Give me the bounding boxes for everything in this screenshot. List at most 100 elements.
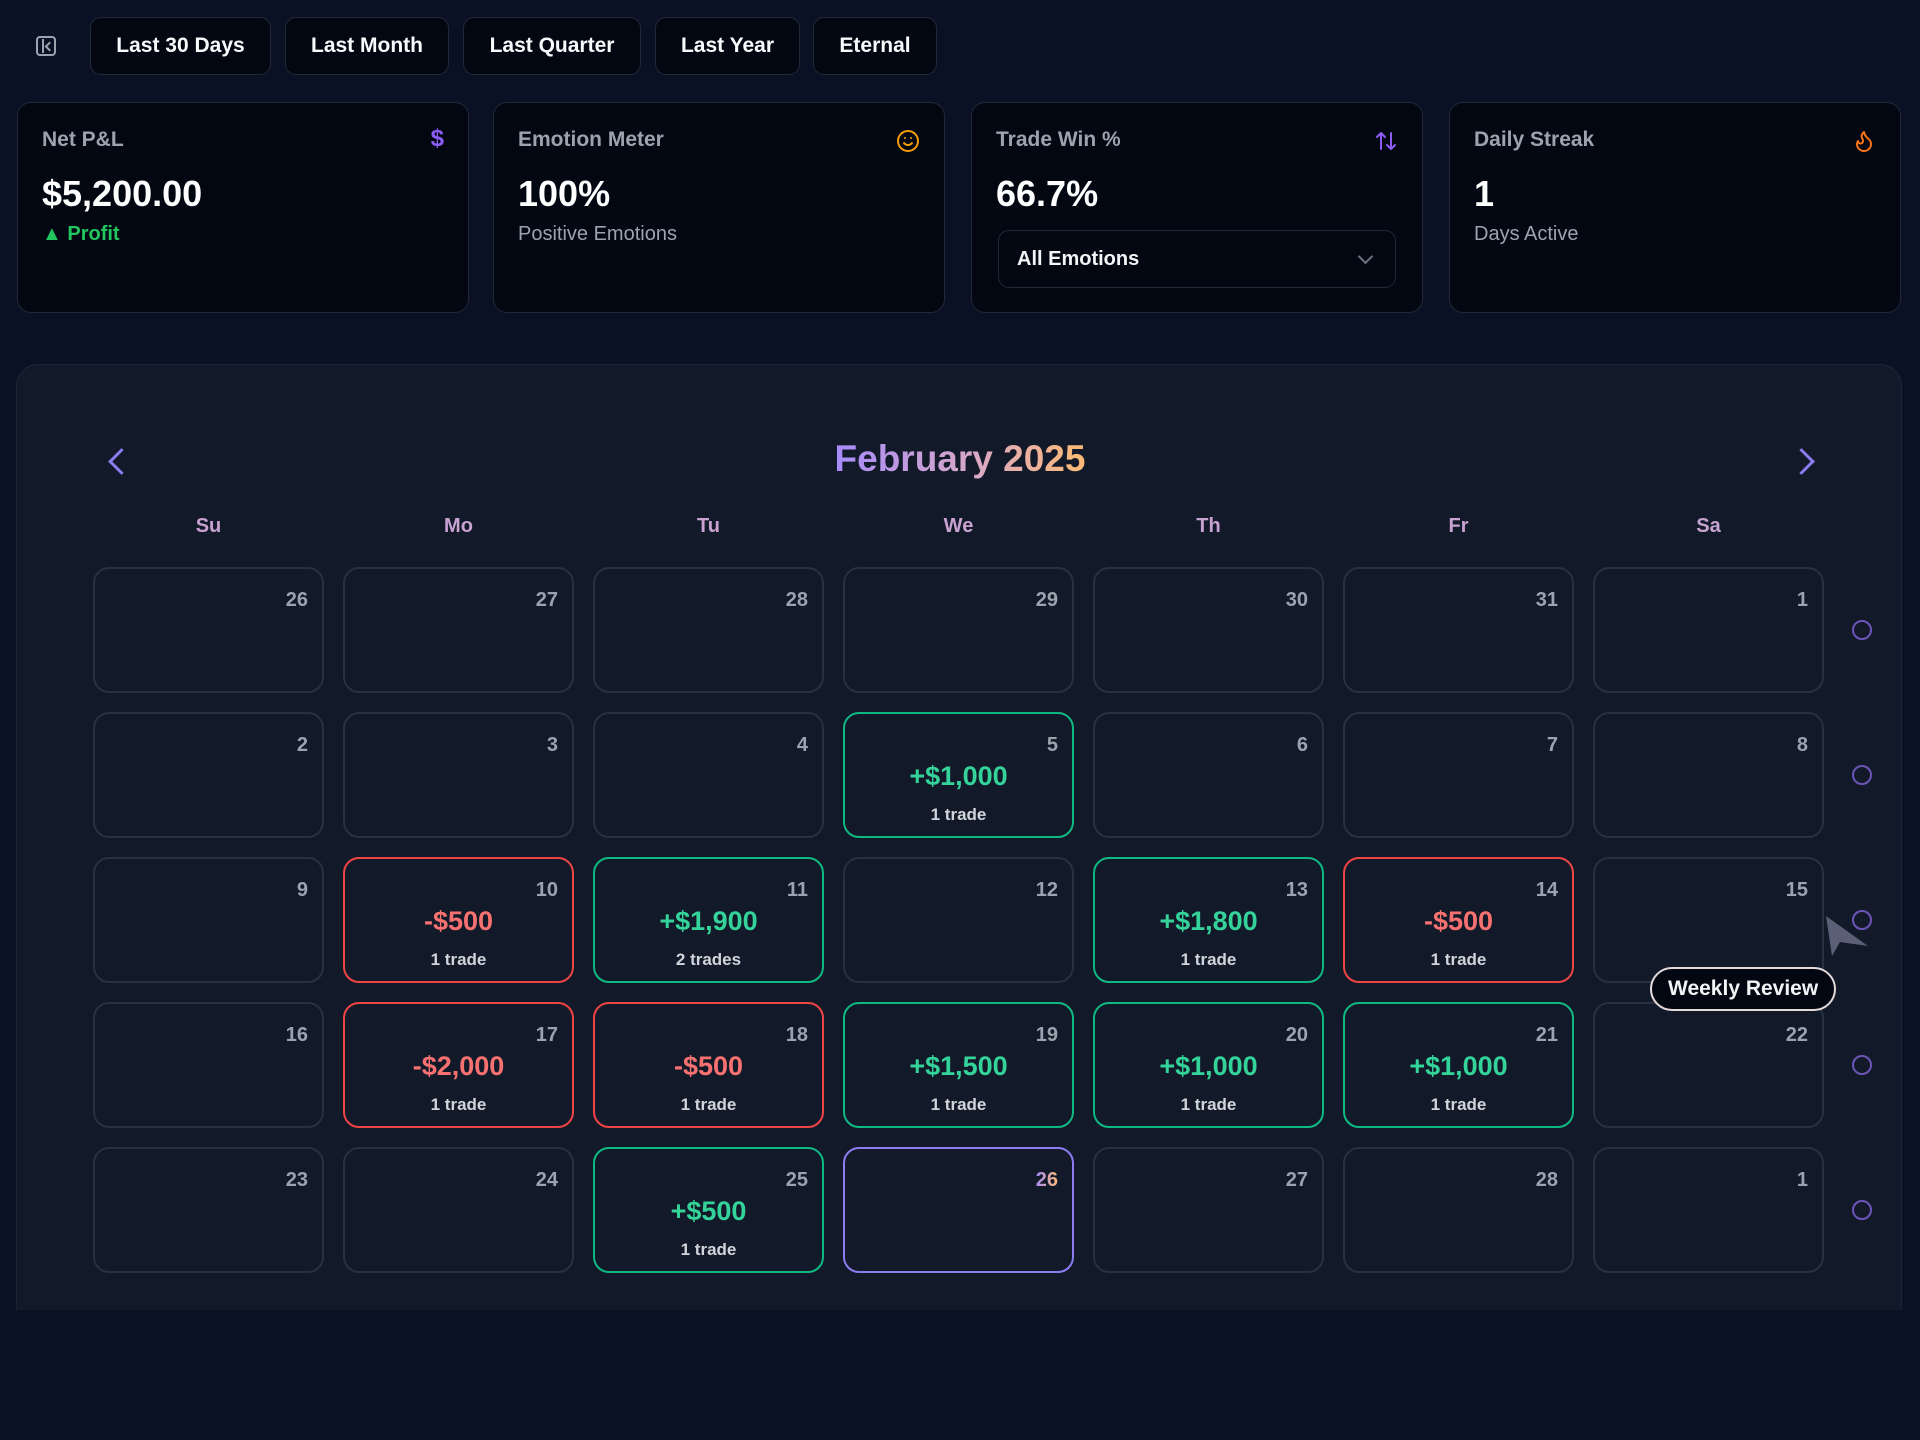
mouse-cursor-icon (1818, 912, 1870, 969)
day-trade-count: 1 trade (930, 805, 987, 824)
calendar-month-title: February 2025 (0, 438, 1920, 480)
day-number: 26 (285, 589, 308, 611)
day-number: 20 (1285, 1024, 1308, 1046)
calendar-day-cell[interactable]: 29 (843, 567, 1074, 693)
day-pnl: +$1,800 (1159, 906, 1258, 936)
calendar-day-cell[interactable]: 12 (843, 857, 1074, 983)
calendar-day-cell[interactable]: 9 (93, 857, 324, 983)
day-pnl: +$1,500 (909, 1051, 1008, 1081)
calendar-day-cell[interactable]: 5 +$1,000 1 trade (843, 712, 1074, 838)
calendar-day-cell[interactable]: 17 -$2,000 1 trade (343, 1002, 574, 1128)
calendar-day-cell[interactable]: 30 (1093, 567, 1324, 693)
filter-last-30-days-button[interactable]: Last 30 Days (90, 17, 271, 75)
filter-last-year-button[interactable]: Last Year (655, 17, 800, 75)
day-number: 4 (796, 734, 808, 756)
calendar-day-cell[interactable]: 27 (1093, 1147, 1324, 1273)
calendar-day-cell[interactable]: 24 (343, 1147, 574, 1273)
day-trade-count: 1 trade (1180, 950, 1237, 969)
weekly-review-toggle-icon[interactable] (1852, 1055, 1872, 1075)
profit-indicator: ▲ Profit (42, 223, 120, 245)
calendar-day-cell[interactable]: 6 (1093, 712, 1324, 838)
day-pnl: -$500 (1423, 906, 1494, 936)
day-number: 7 (1546, 734, 1558, 756)
trade-win-card: Trade Win % 66.7% All Emotions (971, 102, 1423, 313)
calendar-day-cell[interactable]: 23 (93, 1147, 324, 1273)
calendar-day-cell[interactable]: 20 +$1,000 1 trade (1093, 1002, 1324, 1128)
calendar-day-cell[interactable]: 14 -$500 1 trade (1343, 857, 1574, 983)
calendar-day-cell[interactable]: 7 (1343, 712, 1574, 838)
calendar-day-cell[interactable]: 3 (343, 712, 574, 838)
day-number: 27 (535, 589, 558, 611)
weekday-label: Sa (1696, 515, 1721, 537)
daily-streak-card: Daily Streak 1 Days Active (1449, 102, 1901, 313)
calendar-day-cell[interactable]: 11 +$1,900 2 trades (593, 857, 824, 983)
calendar-day-cell[interactable]: 22 (1593, 1002, 1824, 1128)
weekly-review-toggle-icon[interactable] (1852, 765, 1872, 785)
flame-icon (1852, 129, 1876, 160)
calendar-day-cell[interactable]: 8 (1593, 712, 1824, 838)
day-trade-count: 1 trade (430, 1095, 487, 1114)
day-number: 6 (1296, 734, 1308, 756)
weekday-label: Su (195, 515, 222, 537)
weekly-review-toggle-icon[interactable] (1852, 620, 1872, 640)
day-number: 3 (546, 734, 558, 756)
day-pnl: +$1,000 (1409, 1051, 1508, 1081)
day-number: 24 (535, 1169, 558, 1191)
calendar-day-cell[interactable]: 31 (1343, 567, 1574, 693)
card-title: Daily Streak (1474, 128, 1595, 151)
day-trade-count: 1 trade (1430, 1095, 1487, 1114)
win-rate-value: 66.7% (996, 173, 1099, 214)
calendar-day-cell[interactable]: 19 +$1,500 1 trade (843, 1002, 1074, 1128)
emotion-subtitle: Positive Emotions (518, 223, 677, 245)
calendar-day-cell[interactable]: 2 (93, 712, 324, 838)
calendar-day-cell[interactable]: 26 (93, 567, 324, 693)
day-number: 21 (1535, 1024, 1558, 1046)
day-trade-count: 1 trade (430, 950, 487, 969)
calendar-day-cell[interactable]: 27 (343, 567, 574, 693)
day-number: 31 (1535, 589, 1558, 611)
calendar-day-cell[interactable]: 18 -$500 1 trade (593, 1002, 824, 1128)
weekday-label: Tu (697, 515, 720, 537)
day-number: 10 (535, 879, 558, 901)
calendar-day-cell[interactable]: 25 +$500 1 trade (593, 1147, 824, 1273)
day-number: 28 (785, 589, 808, 611)
day-number: 1 (1796, 589, 1808, 611)
day-number: 27 (1285, 1169, 1308, 1191)
calendar-day-cell[interactable]: 16 (93, 1002, 324, 1128)
day-number: 29 (1035, 589, 1058, 611)
day-number: 9 (296, 879, 308, 901)
calendar-day-cell[interactable]: 10 -$500 1 trade (343, 857, 574, 983)
day-pnl: -$500 (673, 1051, 744, 1081)
sidebar-toggle-icon[interactable] (36, 36, 56, 56)
calendar-day-cell[interactable]: 26 (843, 1147, 1074, 1273)
day-number: 1 (1796, 1169, 1808, 1191)
day-pnl: +$1,900 (659, 906, 758, 936)
emotion-filter-dropdown[interactable]: All Emotions (998, 230, 1396, 288)
day-number: 30 (1285, 589, 1308, 611)
streak-subtitle: Days Active (1474, 223, 1579, 245)
calendar-day-cell[interactable]: 4 (593, 712, 824, 838)
day-number: 28 (1535, 1169, 1558, 1191)
day-number: 22 (1785, 1024, 1808, 1046)
day-trade-count: 1 trade (680, 1240, 737, 1259)
filter-last-quarter-button[interactable]: Last Quarter (463, 17, 641, 75)
calendar-day-cell[interactable]: 28 (1343, 1147, 1574, 1273)
filter-last-month-button[interactable]: Last Month (285, 17, 449, 75)
day-pnl: +$500 (670, 1196, 747, 1226)
calendar-day-cell[interactable]: 15 (1593, 857, 1824, 983)
card-title: Emotion Meter (518, 128, 664, 151)
day-number: 26 (1035, 1169, 1058, 1191)
calendar-day-cell[interactable]: 13 +$1,800 1 trade (1093, 857, 1324, 983)
emotion-meter-card: Emotion Meter 100% Positive Emotions (493, 102, 945, 313)
calendar-day-cell[interactable]: 1 (1593, 567, 1824, 693)
filter-eternal-button[interactable]: Eternal (813, 17, 937, 75)
day-trade-count: 1 trade (680, 1095, 737, 1114)
calendar-day-cell[interactable]: 1 (1593, 1147, 1824, 1273)
day-trade-count: 1 trade (930, 1095, 987, 1114)
calendar-day-cell[interactable]: 28 (593, 567, 824, 693)
weekday-label: Fr (1448, 515, 1469, 537)
day-number: 2 (296, 734, 308, 756)
calendar-day-cell[interactable]: 21 +$1,000 1 trade (1343, 1002, 1574, 1128)
dropdown-selected-value: All Emotions (1017, 247, 1140, 270)
weekly-review-toggle-icon[interactable] (1852, 1200, 1872, 1220)
